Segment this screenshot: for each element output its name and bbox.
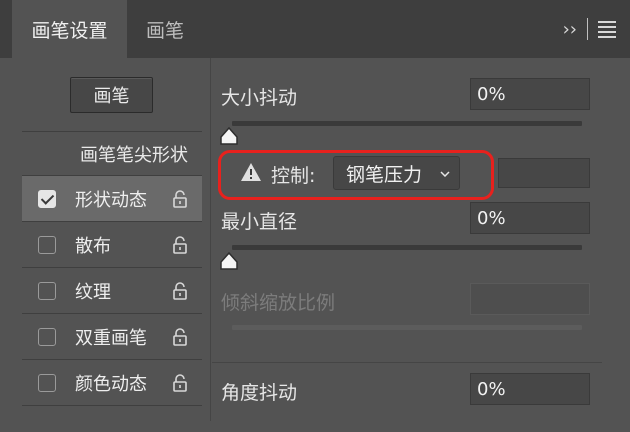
lock-icon[interactable]: [170, 281, 190, 301]
tilt-scale-label: 倾斜缩放比例: [221, 292, 336, 314]
size-jitter-label: 大小抖动: [221, 87, 298, 109]
control-dropdown[interactable]: 钢笔压力: [333, 156, 460, 190]
tab-bar: 画笔设置 画笔 ››: [0, 0, 630, 58]
option-label: 双重画笔: [75, 327, 147, 349]
lock-icon[interactable]: [170, 373, 190, 393]
tab-brush[interactable]: 画笔: [127, 0, 203, 58]
color-dynamics-checkbox[interactable]: [38, 373, 56, 392]
shape-dynamics-checkbox[interactable]: [38, 189, 56, 208]
brush-button[interactable]: 画笔: [70, 77, 153, 113]
option-label: 颜色动态: [75, 373, 147, 395]
texture-checkbox[interactable]: [38, 281, 56, 300]
option-label: 散布: [75, 235, 111, 257]
panel-controls: ››: [563, 0, 616, 58]
lock-icon[interactable]: [170, 235, 190, 255]
brush-options-list: 画笔笔尖形状 形状动态 散布 纹理 双重画笔 颜色动态: [22, 131, 202, 432]
option-row-color-dynamics[interactable]: 颜色动态: [22, 360, 202, 406]
tab-brush-settings[interactable]: 画笔设置: [12, 0, 127, 58]
control-label: 控制:: [271, 165, 316, 187]
lock-icon[interactable]: [170, 189, 190, 209]
scattering-checkbox[interactable]: [38, 235, 56, 254]
warning-icon: [241, 163, 261, 181]
chevron-down-icon: [440, 171, 450, 177]
min-diameter-input[interactable]: 0%: [470, 202, 590, 234]
section-separator: [212, 362, 602, 363]
min-diameter-slider-thumb[interactable]: [218, 251, 240, 271]
angle-jitter-label: 角度抖动: [221, 382, 298, 404]
lock-icon[interactable]: [170, 327, 190, 347]
option-row-texture[interactable]: 纹理: [22, 268, 202, 314]
expand-icon[interactable]: ››: [563, 19, 577, 40]
min-diameter-label: 最小直径: [221, 211, 298, 233]
tilt-scale-input: [470, 283, 590, 315]
option-label: 纹理: [75, 281, 111, 303]
option-row-scattering[interactable]: 散布: [22, 222, 202, 268]
dual-brush-checkbox[interactable]: [38, 327, 56, 346]
size-jitter-slider[interactable]: [232, 121, 582, 126]
control-dropdown-value: 钢笔压力: [346, 163, 423, 186]
min-diameter-slider[interactable]: [232, 245, 582, 250]
brush-tip-shape-item[interactable]: 画笔笔尖形状: [22, 132, 202, 176]
control-extra-field[interactable]: [498, 158, 590, 188]
size-jitter-slider-thumb[interactable]: [218, 126, 240, 146]
panel-divider: [210, 58, 211, 421]
option-row-dual-brush[interactable]: 双重画笔: [22, 314, 202, 360]
option-row-shape-dynamics[interactable]: 形状动态: [22, 176, 202, 222]
toolbar-separator: [587, 18, 588, 40]
angle-jitter-input[interactable]: 0%: [470, 373, 590, 405]
option-label: 形状动态: [75, 189, 147, 211]
panel-menu-icon[interactable]: [598, 20, 616, 38]
size-jitter-input[interactable]: 0%: [470, 78, 590, 110]
tilt-scale-slider: [232, 325, 582, 330]
